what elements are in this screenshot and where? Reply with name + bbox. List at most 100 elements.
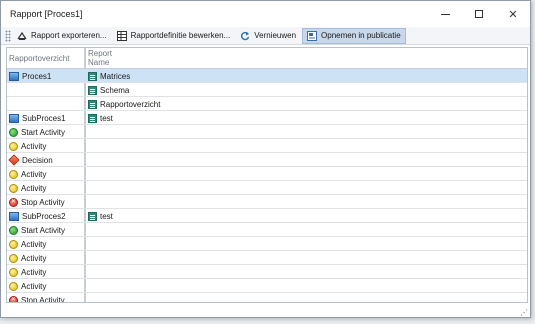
table-row[interactable]: SubProces1 test: [7, 111, 527, 125]
window-title: Rapport [Proces1]: [10, 9, 83, 19]
decision-icon: [8, 154, 20, 166]
include-in-publication-label: Opnemen in publicatie: [321, 31, 401, 40]
maximize-button[interactable]: [462, 1, 496, 27]
overview-cell-label: Activity: [21, 281, 47, 291]
process-icon: [9, 113, 19, 123]
column-header-report-name-line1: Report: [88, 49, 113, 58]
edit-report-definition-button[interactable]: Rapportdefinitie bewerken...: [113, 28, 235, 44]
overview-cell[interactable]: Start Activity: [9, 225, 65, 235]
report-icon: [88, 99, 97, 109]
table-row[interactable]: Proces1 Matrices: [7, 69, 527, 83]
table-row[interactable]: SubProces2 test: [7, 209, 527, 223]
table-row[interactable]: Start Activity: [7, 223, 527, 237]
overview-cell[interactable]: Decision: [8, 154, 53, 166]
activity-icon: [9, 267, 18, 277]
export-icon: [17, 31, 27, 40]
table-row[interactable]: Rapportoverzicht: [7, 97, 527, 111]
overview-cell[interactable]: Activity: [9, 239, 46, 249]
overview-cell-label: Decision: [22, 155, 53, 165]
overview-cell-label: Stop Activity: [21, 295, 65, 303]
overview-cell-label: Stop Activity: [21, 197, 65, 207]
start-icon: [9, 127, 18, 137]
overview-cell[interactable]: Start Activity: [9, 127, 65, 137]
activity-icon: [9, 183, 18, 193]
report-name-label: test: [100, 113, 113, 123]
table-row[interactable]: ✕ Stop Activity: [7, 195, 527, 209]
title-bar[interactable]: Rapport [Proces1] ✕: [1, 1, 530, 27]
activity-icon: [9, 169, 18, 179]
table-row[interactable]: Decision: [7, 153, 527, 167]
overview-cell[interactable]: Activity: [9, 141, 46, 151]
overview-cell[interactable]: ✕ Stop Activity: [9, 295, 65, 303]
table-row[interactable]: Activity: [7, 167, 527, 181]
overview-cell-label: Activity: [21, 253, 47, 263]
overview-cell[interactable]: Activity: [9, 253, 46, 263]
overview-cell[interactable]: SubProces1: [9, 113, 66, 123]
process-icon: [9, 71, 19, 81]
column-header-report-name[interactable]: Report Name: [88, 49, 112, 69]
table-row[interactable]: ✕ Stop Activity: [7, 293, 527, 303]
table-row[interactable]: Schema: [7, 83, 527, 97]
overview-cell[interactable]: Activity: [9, 267, 46, 277]
toolbar-grip-icon[interactable]: [5, 29, 11, 42]
edit-report-definition-label: Rapportdefinitie bewerken...: [130, 31, 231, 40]
refresh-icon: [241, 31, 250, 40]
overview-cell-label: Activity: [21, 141, 47, 151]
column-header-report-name-line2: Name: [88, 58, 110, 67]
table-icon: [116, 30, 127, 41]
overview-cell-label: Activity: [21, 183, 47, 193]
grid-rows: Proces1 Matrices Schema Rapportoverzicht Sub…: [7, 69, 527, 303]
table-row[interactable]: Activity: [7, 279, 527, 293]
report-grid[interactable]: Rapportoverzicht Report Name Proces1 Matr…: [6, 47, 528, 303]
table-row[interactable]: Activity: [7, 251, 527, 265]
overview-cell[interactable]: Activity: [9, 183, 46, 193]
stop-icon: ✕: [9, 295, 18, 303]
minimize-button[interactable]: [428, 1, 462, 27]
process-icon: [9, 211, 19, 221]
maximize-icon: [475, 10, 483, 18]
report-name-label: Schema: [100, 85, 130, 95]
include-in-publication-button[interactable]: Opnemen in publicatie: [302, 27, 406, 44]
overview-cell-label: Proces1: [22, 71, 52, 81]
overview-cell-label: SubProces1: [22, 113, 66, 123]
overview-cell[interactable]: Proces1: [9, 71, 51, 81]
report-name-cell[interactable]: Matrices: [88, 71, 130, 81]
table-row[interactable]: Activity: [7, 139, 527, 153]
stop-icon: ✕: [9, 197, 18, 207]
table-row[interactable]: Activity: [7, 181, 527, 195]
overview-cell[interactable]: Activity: [9, 169, 46, 179]
report-name-cell[interactable]: test: [88, 211, 113, 221]
report-name-label: Rapportoverzicht: [100, 99, 161, 109]
report-name-label: test: [100, 211, 113, 221]
overview-cell[interactable]: ✕ Stop Activity: [9, 197, 65, 207]
overview-cell-label: Activity: [21, 267, 47, 277]
report-name-cell[interactable]: Rapportoverzicht: [88, 99, 160, 109]
resize-grip-icon[interactable]: ⋰: [520, 308, 528, 317]
table-row[interactable]: Start Activity: [7, 125, 527, 139]
activity-icon: [9, 281, 18, 291]
report-icon: [88, 71, 97, 81]
refresh-label: Vernieuwen: [254, 31, 297, 40]
overview-cell-label: SubProces2: [22, 211, 66, 221]
close-button[interactable]: ✕: [496, 1, 530, 27]
overview-cell-label: Start Activity: [21, 127, 66, 137]
report-name-cell[interactable]: test: [88, 113, 113, 123]
overview-cell[interactable]: Activity: [9, 281, 46, 291]
minimize-icon: [440, 13, 450, 15]
activity-icon: [9, 253, 18, 263]
refresh-button[interactable]: Vernieuwen: [236, 28, 300, 44]
export-report-label: Rapport exporteren...: [31, 31, 107, 40]
start-icon: [9, 225, 18, 235]
table-row[interactable]: Activity: [7, 265, 527, 279]
publication-icon: [307, 30, 318, 41]
report-icon: [88, 85, 97, 95]
activity-icon: [9, 239, 18, 249]
overview-cell[interactable]: SubProces2: [9, 211, 66, 221]
overview-cell-label: Activity: [21, 239, 47, 249]
report-icon: [88, 211, 97, 221]
table-row[interactable]: Activity: [7, 237, 527, 251]
toolbar: Rapport exporteren... Rapportdefinitie b…: [1, 27, 530, 45]
report-name-cell[interactable]: Schema: [88, 85, 129, 95]
activity-icon: [9, 141, 18, 151]
export-report-button[interactable]: Rapport exporteren...: [13, 28, 111, 44]
